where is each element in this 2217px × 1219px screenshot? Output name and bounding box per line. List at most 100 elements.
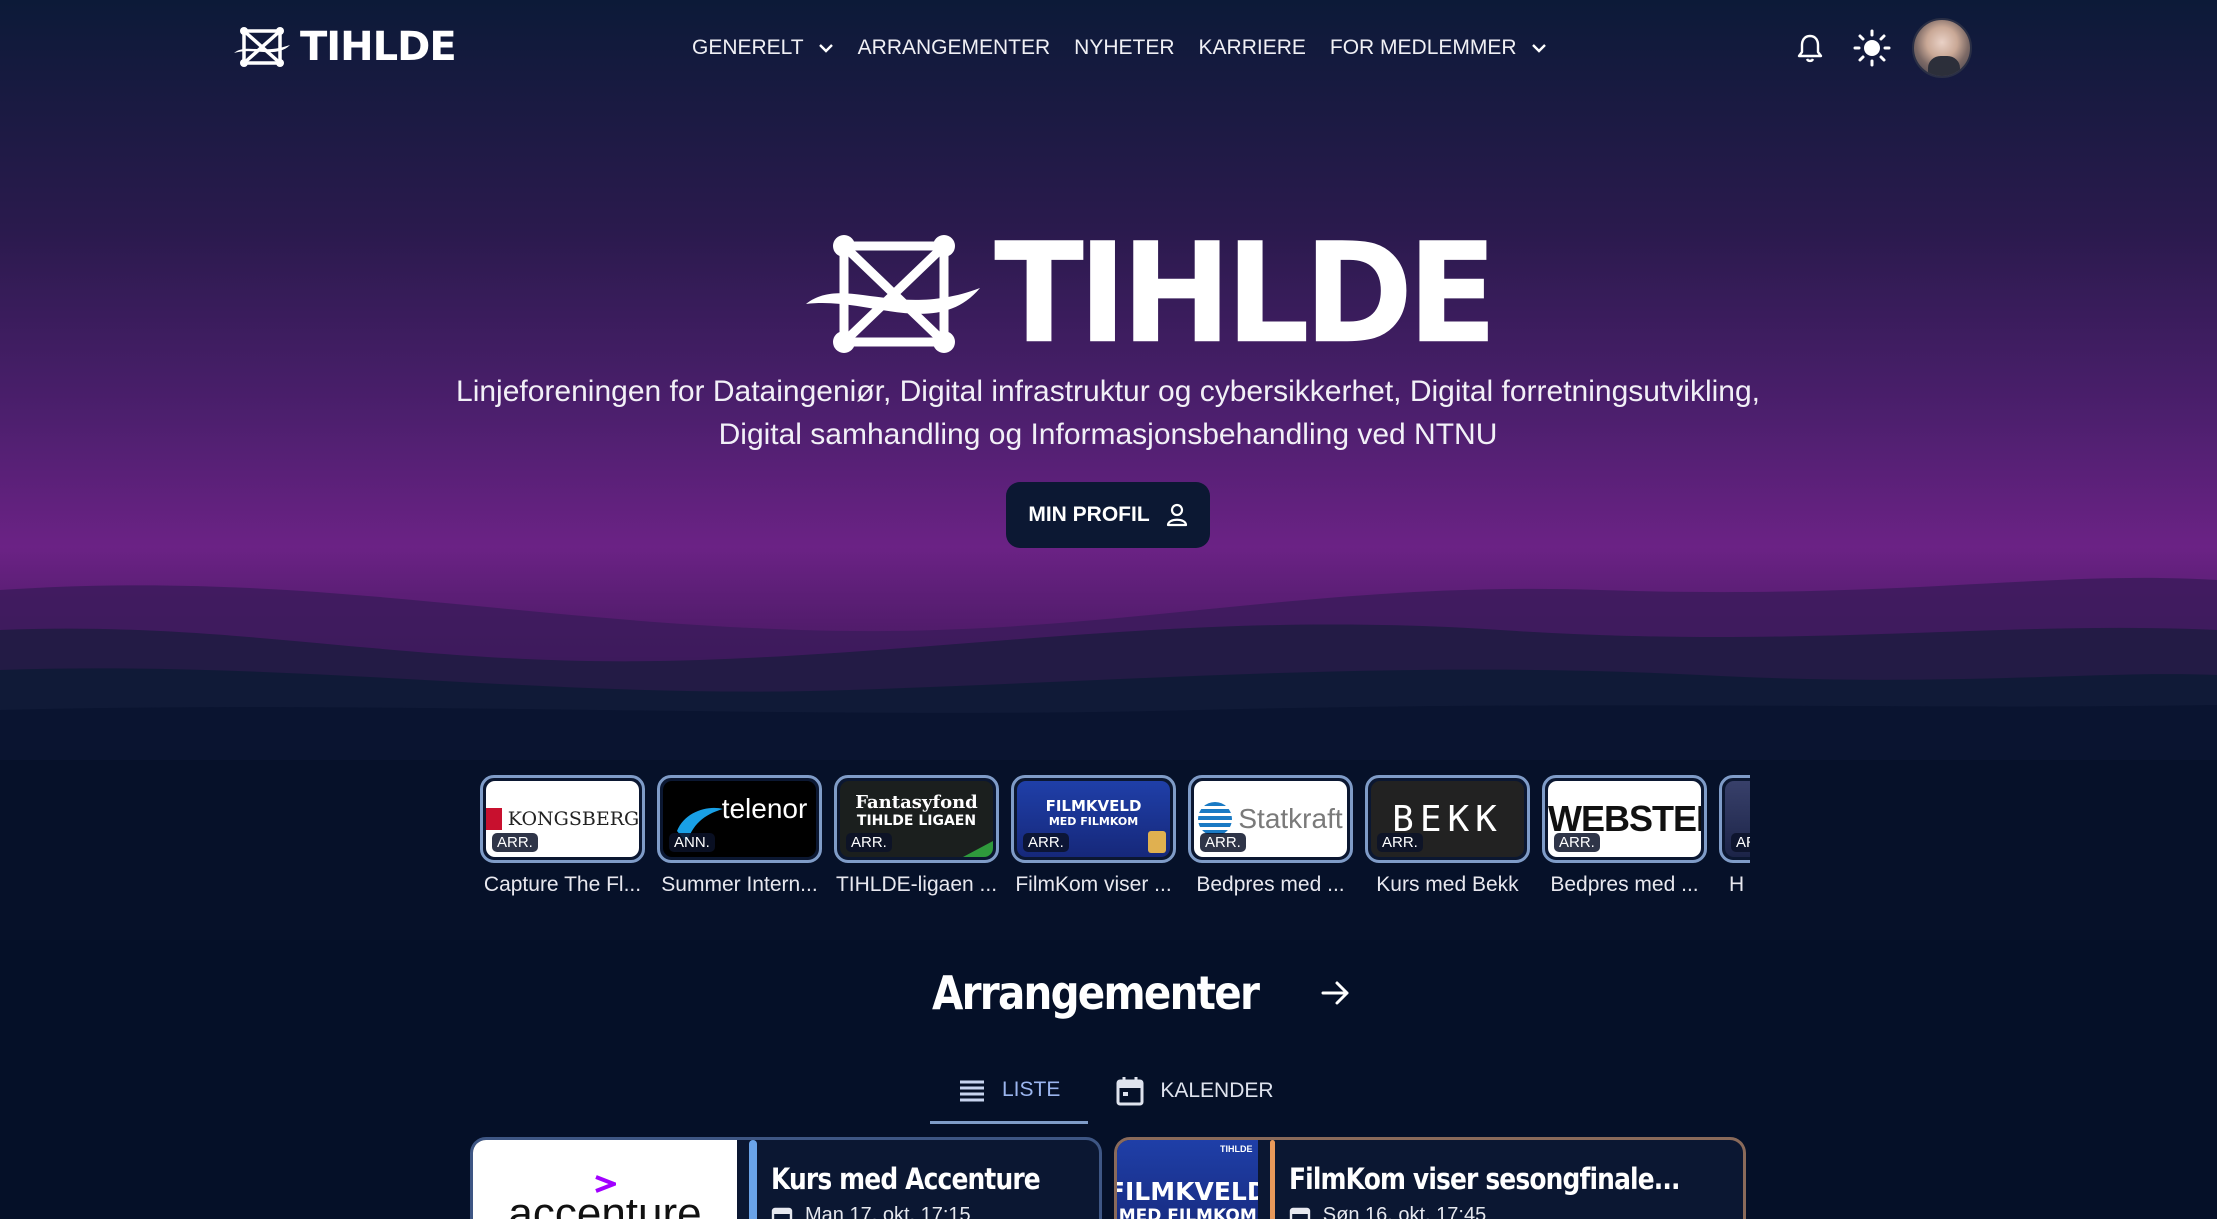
story-item[interactable]: Statkraft ARR. Bedpres med ... xyxy=(1188,775,1353,897)
arrow-right-icon xyxy=(1321,981,1349,1005)
hero-subtitle-line2: Digital samhandling og Informasjonsbehan… xyxy=(718,418,1498,451)
story-brand: KONGSBERG xyxy=(507,808,639,830)
nav-item-label: GENERELT xyxy=(692,36,804,59)
event-date: Man 17. okt. 17:15 xyxy=(805,1204,971,1219)
story-image: BEKK ARR. xyxy=(1371,781,1524,857)
event-brand-bottom: MED FILMKOM xyxy=(1118,1205,1257,1219)
tihlde-mark-icon xyxy=(806,235,980,353)
person-icon xyxy=(1166,503,1187,527)
chevron-down-icon xyxy=(1531,43,1547,53)
hero-title: TIHLDE xyxy=(994,213,1497,375)
story-image: FILMKVELD MED FILMKOM ARR. xyxy=(1017,781,1170,857)
event-date: Søn 16. okt. 17:45 xyxy=(1322,1204,1487,1219)
calendar-icon xyxy=(1289,1207,1310,1219)
calendar-icon xyxy=(1116,1077,1144,1106)
my-profile-button[interactable]: MIN PROFIL xyxy=(1006,482,1210,548)
story-item[interactable]: FILMKVELD MED FILMKOM ARR. FilmKom viser… xyxy=(1011,775,1176,897)
hero-waves xyxy=(0,577,2217,760)
story-item[interactable]: KONGSBERG ARR. Capture The Fl... xyxy=(480,775,645,897)
event-brand-top: FILMKVELD xyxy=(1117,1176,1259,1206)
brand-wordmark: TIHLDE xyxy=(300,24,457,70)
calendar-icon xyxy=(771,1207,793,1219)
story-image: Statkraft ARR. xyxy=(1194,781,1347,857)
hero-logo: TIHLDE xyxy=(804,225,1497,363)
event-accent-bar xyxy=(749,1140,757,1219)
story-label: FilmKom viser ... xyxy=(1015,873,1172,896)
avatar[interactable] xyxy=(1912,18,1972,78)
hero-subtitle: Linjeforeningen for Dataingeniør, Digita… xyxy=(258,370,1958,456)
story-label: Summer Intern... xyxy=(661,873,818,896)
top-navbar: TIHLDE GENERELT ARRANGEMENTER NYHETER KA… xyxy=(0,0,2217,96)
list-icon xyxy=(960,1080,984,1101)
sun-icon xyxy=(1853,29,1891,67)
story-badge: ARR. xyxy=(1200,833,1246,852)
story-item[interactable]: telenor ANN. Summer Intern... xyxy=(657,775,822,897)
story-brand: Statkraft xyxy=(1238,803,1343,834)
story-label: Bedpres med ... xyxy=(1550,873,1699,896)
nav-item-label: NYHETER xyxy=(1074,36,1175,59)
story-brand-top: Fantasyfond xyxy=(855,791,978,813)
story-image: Fantasyfond TIHLDE LIGAEN ARR. xyxy=(840,781,993,857)
main-menu: GENERELT ARRANGEMENTER NYHETER KARRIERE … xyxy=(692,32,1571,64)
story-item[interactable]: Fantasyfond TIHLDE LIGAEN ARR. TIHLDE-li… xyxy=(834,775,999,897)
story-badge: AR xyxy=(1731,833,1750,852)
story-image: telenor ANN. xyxy=(663,781,816,857)
story-item[interactable]: AR H xyxy=(1719,775,1750,897)
event-title: FilmKom viser sesongfinale... xyxy=(1288,1162,1681,1196)
story-badge: ANN. xyxy=(669,833,715,852)
bell-icon xyxy=(1797,34,1823,63)
story-label: TIHLDE-ligaen ... xyxy=(835,873,998,896)
hero-subtitle-line1: Linjeforeningen for Dataingeniør, Digita… xyxy=(456,375,1760,408)
view-tabs: LISTE KALENDER xyxy=(930,1058,1302,1124)
nav-item-karriere[interactable]: KARRIERE xyxy=(1199,32,1306,64)
story-item[interactable]: WEBSTEP ARR. Bedpres med ... xyxy=(1542,775,1707,897)
nav-item-label: FOR MEDLEMMER xyxy=(1329,36,1517,59)
event-card[interactable]: accenture Kurs med Accenture Man 17. okt… xyxy=(470,1137,1102,1219)
story-brand-bottom: TIHLDE LIGAEN xyxy=(856,812,977,829)
story-brand-bottom: MED FILMKOM xyxy=(1048,814,1139,828)
story-label: Bedpres med ... xyxy=(1196,873,1345,896)
nav-actions xyxy=(1788,18,1972,78)
event-brand: accenture xyxy=(508,1189,702,1219)
event-image: accenture xyxy=(473,1140,737,1219)
tab-liste[interactable]: LISTE xyxy=(930,1058,1089,1124)
stories-carousel[interactable]: KONGSBERG ARR. Capture The Fl... telenor… xyxy=(480,775,1750,905)
story-badge: ARR. xyxy=(1377,833,1423,852)
nav-item-generelt[interactable]: GENERELT xyxy=(692,32,834,64)
story-badge: ARR. xyxy=(492,833,538,852)
chevron-down-icon xyxy=(818,43,834,53)
notifications-button[interactable] xyxy=(1788,18,1832,78)
nav-item-arrangementer[interactable]: ARRANGEMENTER xyxy=(858,32,1051,64)
green-corner xyxy=(963,841,993,857)
nav-item-nyheter[interactable]: NYHETER xyxy=(1074,32,1174,64)
story-badge: ARR. xyxy=(1554,833,1600,852)
nav-item-for-medlemmer[interactable]: FOR MEDLEMMER xyxy=(1330,32,1547,64)
statkraft-logo-icon xyxy=(1198,802,1233,836)
story-image: AR xyxy=(1725,781,1750,857)
tab-label: LISTE xyxy=(1002,1077,1061,1101)
my-profile-label: MIN PROFIL xyxy=(1028,503,1150,526)
story-image: KONGSBERG ARR. xyxy=(486,781,639,857)
tab-label: KALENDER xyxy=(1160,1079,1274,1102)
section-title: Arrangementer xyxy=(932,966,1260,1020)
nav-item-label: ARRANGEMENTER xyxy=(857,36,1051,59)
popcorn-icon xyxy=(1148,831,1166,853)
event-image: TIHLDE FILMKVELD MED FILMKOM xyxy=(1117,1140,1259,1219)
brand-logo[interactable]: TIHLDE xyxy=(232,24,457,70)
theme-toggle-button[interactable] xyxy=(1850,18,1894,78)
tihlde-mark-icon xyxy=(234,27,290,67)
events-section-header[interactable]: Arrangementer xyxy=(932,966,1351,1020)
story-label: H xyxy=(1729,873,1745,896)
story-image: WEBSTEP ARR. xyxy=(1548,781,1701,857)
story-label: Capture The Fl... xyxy=(483,873,642,896)
event-title: Kurs med Accenture xyxy=(771,1162,1041,1196)
story-brand: telenor xyxy=(721,793,808,824)
story-badge: ARR. xyxy=(1023,833,1069,852)
story-label: Kurs med Bekk xyxy=(1376,873,1519,896)
tab-kalender[interactable]: KALENDER xyxy=(1088,1058,1301,1124)
event-corner-tag: TIHLDE xyxy=(1219,1144,1253,1154)
nav-item-label: KARRIERE xyxy=(1198,36,1306,59)
kongsberg-logo-icon xyxy=(486,808,502,830)
story-item[interactable]: BEKK ARR. Kurs med Bekk xyxy=(1365,775,1530,897)
event-card[interactable]: TIHLDE FILMKVELD MED FILMKOM FilmKom vis… xyxy=(1114,1137,1746,1219)
